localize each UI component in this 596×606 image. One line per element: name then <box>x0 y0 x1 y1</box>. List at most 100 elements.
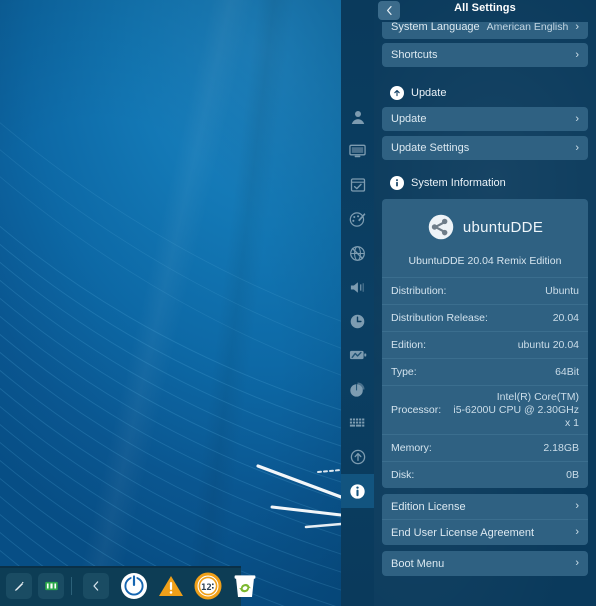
chevron-right-icon: › <box>575 50 579 61</box>
taskbar-top-border <box>0 566 241 568</box>
spec-value: Intel(R) Core(TM) i5-6200U CPU @ 2.30GHz… <box>441 391 579 430</box>
sidebar-item-display[interactable] <box>341 134 374 168</box>
trash-icon[interactable] <box>227 568 263 604</box>
power-glyph <box>119 571 149 601</box>
chevron-left-glyph <box>91 580 101 592</box>
network-icon <box>349 245 366 262</box>
spec-key: Distribution: <box>391 285 446 297</box>
sidebar-item-datetime[interactable] <box>341 304 374 338</box>
row-value: American English <box>487 22 569 33</box>
chevron-right-icon: › <box>575 527 579 538</box>
spec-key: Processor: <box>391 404 441 416</box>
trash-glyph <box>231 573 259 599</box>
settings-row-boot-menu[interactable]: Boot Menu › <box>382 551 588 576</box>
section-title: System Information <box>411 177 506 189</box>
chevron-right-icon: › <box>575 558 579 569</box>
sidebar-item-account[interactable] <box>341 100 374 134</box>
spec-key: Edition: <box>391 339 426 351</box>
section-title: Update <box>411 87 446 99</box>
chevron-right-icon: › <box>575 143 579 154</box>
spec-key: Memory: <box>391 442 432 454</box>
power-management-icon <box>349 348 367 362</box>
sidebar-item-system-information[interactable] <box>341 474 374 508</box>
spec-value: 64Bit <box>417 366 579 379</box>
taskbar[interactable]: 12 <box>0 566 241 606</box>
settings-row-update-settings[interactable]: Update Settings › <box>382 136 588 160</box>
desktop-wallpaper <box>0 0 341 606</box>
row-label: Update Settings <box>391 142 575 154</box>
taskbar-separator <box>71 577 72 595</box>
ubuntu-logo-icon <box>427 213 455 241</box>
chevron-right-icon: › <box>575 114 579 125</box>
sidebar-item-default-applications[interactable] <box>341 168 374 202</box>
spec-value: 2.18GB <box>432 442 579 455</box>
power-icon[interactable] <box>116 568 152 604</box>
spec-processor: Processor: Intel(R) Core(TM) i5-6200U CP… <box>382 385 588 434</box>
timer-glyph: 12 <box>194 572 222 600</box>
sidebar-item-update[interactable] <box>341 440 374 474</box>
system-info-card: ubuntuDDE UbuntuDDE 20.04 Remix Edition … <box>382 199 588 488</box>
sidebar-item-network[interactable] <box>341 236 374 270</box>
spec-distribution-release: Distribution Release: 20.04 <box>382 304 588 331</box>
sound-icon <box>349 280 367 295</box>
panel-titlebar: All Settings <box>374 0 596 22</box>
pen-tool-icon[interactable] <box>6 573 32 599</box>
spec-key: Distribution Release: <box>391 312 488 324</box>
section-header-update: Update <box>390 86 596 100</box>
brand-name: ubuntuDDE <box>463 219 543 236</box>
collapse-icon[interactable] <box>83 573 109 599</box>
info-circle-icon <box>390 176 404 190</box>
system-info-icon <box>349 483 366 500</box>
keyboard-icon <box>349 417 367 429</box>
arrow-up-glyph <box>392 88 402 98</box>
warning-icon[interactable] <box>153 568 189 604</box>
spec-edition: Edition: ubuntu 20.04 <box>382 331 588 358</box>
spec-value: Ubuntu <box>446 285 579 298</box>
display-icon <box>349 143 366 159</box>
settings-row-edition-license[interactable]: Edition License › <box>382 494 588 519</box>
settings-row-end-user-license-agreement[interactable]: End User License Agreement › <box>382 519 588 545</box>
section-header-system-information: System Information <box>390 176 596 190</box>
default-applications-icon <box>350 177 366 193</box>
settings-panel: All Settings System Language American En… <box>341 0 596 606</box>
account-icon <box>350 109 366 125</box>
spec-key: Type: <box>391 366 417 378</box>
boot-row-group: Boot Menu › <box>382 551 588 576</box>
sidebar-item-mouse[interactable] <box>341 372 374 406</box>
warning-glyph <box>157 573 185 599</box>
timer-icon[interactable]: 12 <box>190 568 226 604</box>
sidebar-item-personalization[interactable] <box>341 202 374 236</box>
row-label: System Language <box>391 22 487 33</box>
screenshot-icon[interactable] <box>38 573 64 599</box>
spec-key: Disk: <box>391 469 414 481</box>
update-icon <box>350 449 366 465</box>
sidebar-item-sound[interactable] <box>341 270 374 304</box>
personalization-icon <box>349 211 366 228</box>
settings-content: All Settings System Language American En… <box>374 0 596 606</box>
row-label: Update <box>391 113 575 125</box>
spec-type: Type: 64Bit <box>382 358 588 385</box>
row-label: Boot Menu <box>391 558 575 570</box>
spec-memory: Memory: 2.18GB <box>382 434 588 461</box>
mouse-icon <box>349 381 366 398</box>
sidebar-item-keyboard[interactable] <box>341 406 374 440</box>
chevron-right-icon: › <box>575 22 579 33</box>
settings-row-shortcuts[interactable]: Shortcuts › <box>382 43 588 67</box>
settings-sidebar-rail[interactable] <box>341 0 374 606</box>
datetime-icon <box>349 313 366 330</box>
screenshot-glyph <box>44 579 59 593</box>
settings-row-system-language[interactable]: System Language American English › <box>382 22 588 39</box>
sidebar-item-power-management[interactable] <box>341 338 374 372</box>
spec-value: ubuntu 20.04 <box>426 339 579 352</box>
settings-row-update[interactable]: Update › <box>382 107 588 131</box>
brand-row: ubuntuDDE <box>382 199 588 255</box>
spec-distribution: Distribution: Ubuntu <box>382 277 588 304</box>
license-row-group: Edition License › End User License Agree… <box>382 494 588 545</box>
spec-value: 0B <box>414 469 579 482</box>
arrow-up-circle-icon <box>390 86 404 100</box>
info-glyph <box>391 177 403 189</box>
edition-line: UbuntuDDE 20.04 Remix Edition <box>382 255 588 277</box>
chevron-right-icon: › <box>575 501 579 512</box>
row-label: Shortcuts <box>391 49 575 61</box>
spec-value: 20.04 <box>488 312 579 325</box>
